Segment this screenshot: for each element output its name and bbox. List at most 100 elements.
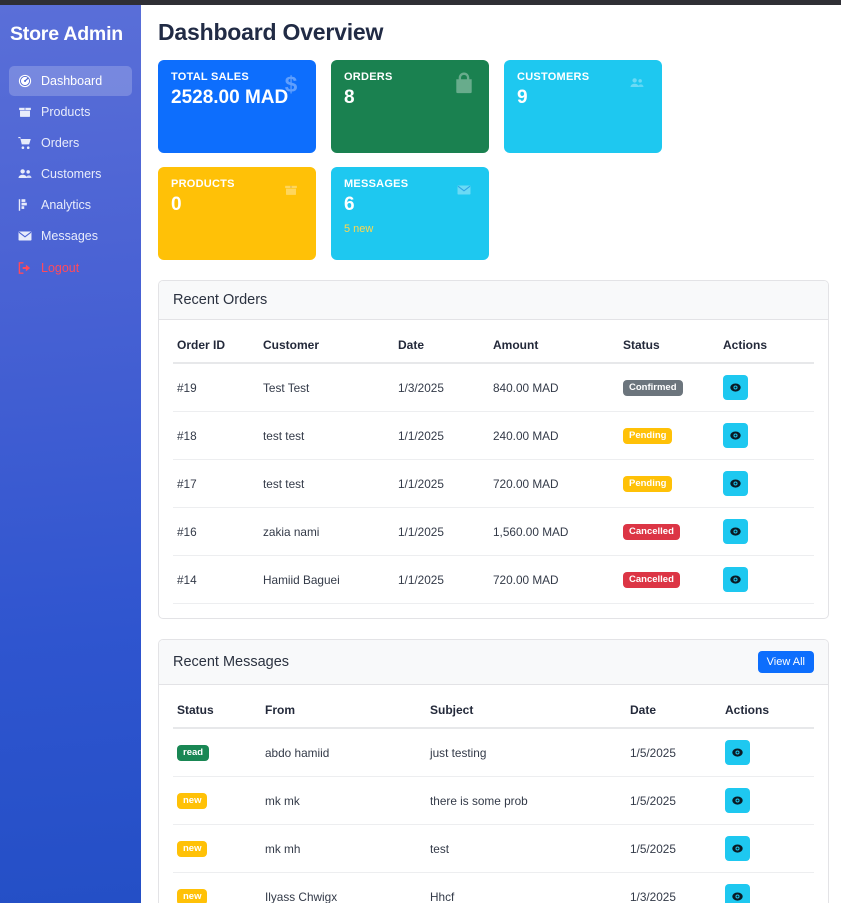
sidebar-item-label: Products (41, 105, 91, 119)
messages-table-head: Status From Subject Date Actions (173, 693, 814, 729)
column-header: Actions (719, 328, 814, 364)
view-order-button[interactable] (723, 375, 748, 400)
recent-orders-header: Recent Orders (159, 281, 828, 320)
sidebar-item-orders[interactable]: Orders (9, 128, 132, 158)
amount-cell: 840.00 MAD (489, 363, 619, 412)
bag-icon (451, 70, 477, 96)
view-message-button[interactable] (725, 740, 750, 765)
sidebar-item-analytics[interactable]: Analytics (9, 190, 132, 220)
recent-messages-title: Recent Messages (173, 654, 290, 670)
date-cell: 1/1/2025 (394, 555, 489, 604)
column-header: Status (173, 693, 261, 729)
amount-cell: 1,560.00 MAD (489, 507, 619, 556)
view-icon (731, 746, 744, 759)
recent-messages-header: Recent Messages View All (159, 640, 828, 685)
chart-icon (17, 198, 32, 213)
amount-cell: 240.00 MAD (489, 411, 619, 460)
table-row: read abdo hamiid just testing 1/5/2025 (173, 728, 814, 777)
view-message-button[interactable] (725, 836, 750, 861)
sidebar-item-dashboard[interactable]: Dashboard (9, 66, 132, 96)
actions-cell (719, 555, 814, 604)
status-badge: Pending (623, 475, 673, 493)
status-cell: new (173, 776, 261, 825)
date-cell: 1/1/2025 (394, 507, 489, 556)
actions-cell (719, 411, 814, 460)
column-header: Status (619, 328, 719, 364)
stat-subtext: 5 new (344, 222, 374, 235)
column-header: Actions (721, 693, 814, 729)
from-cell: mk mh (261, 824, 426, 873)
view-message-button[interactable] (725, 788, 750, 813)
amount-cell: 720.00 MAD (489, 459, 619, 508)
recent-orders-panel: Recent Orders Order ID Customer Date Amount… (158, 280, 829, 619)
date-cell: 1/5/2025 (626, 824, 721, 873)
status-badge: Confirmed (623, 379, 683, 397)
stat-cards: TOTAL SALES 2528.00 MAD $ ORDERS 8 CUSTOMERS 9… (158, 60, 829, 260)
stat-card-total-sales: TOTAL SALES 2528.00 MAD $ (158, 60, 316, 153)
subject-cell: test (426, 824, 626, 873)
status-cell: Cancelled (619, 507, 719, 556)
sidebar-item-label: Logout (41, 261, 80, 275)
date-cell: 1/5/2025 (626, 728, 721, 777)
actions-cell (721, 776, 814, 825)
table-row: new mk mh test 1/5/2025 (173, 824, 814, 873)
stat-card-messages: MESSAGES 6 5 new (331, 167, 489, 260)
stat-card-products: PRODUCTS 0 (158, 167, 316, 260)
date-cell: 1/3/2025 (394, 363, 489, 412)
table-row: #19 Test Test 1/3/2025 840.00 MAD Confirmed (173, 363, 814, 412)
subject-cell: Hhcf (426, 872, 626, 903)
sidebar-item-customers[interactable]: Customers (9, 159, 132, 189)
sidebar-item-label: Orders (41, 136, 80, 150)
sidebar-item-label: Dashboard (41, 74, 103, 88)
status-badge: new (177, 888, 208, 903)
sidebar-item-messages[interactable]: Messages (9, 221, 132, 251)
envelope-icon (451, 177, 477, 203)
column-header: Date (394, 328, 489, 364)
sidebar-item-products[interactable]: Products (9, 97, 132, 127)
stat-card-customers: CUSTOMERS 9 (504, 60, 662, 153)
messages-table: Status From Subject Date Actions read abdo ha… (173, 693, 814, 903)
stat-card-orders: ORDERS 8 (331, 60, 489, 153)
cart-icon (17, 136, 32, 151)
view-icon (729, 573, 742, 586)
view-message-button[interactable] (725, 884, 750, 903)
recent-messages-panel: Recent Messages View All Status From Subje… (158, 639, 829, 903)
sidebar: Store Admin Dashboard Products Orders Custo… (0, 5, 141, 903)
order-id-cell: #14 (173, 555, 259, 604)
date-cell: 1/1/2025 (394, 459, 489, 508)
messages-header-row: Status From Subject Date Actions (173, 693, 814, 729)
table-row: new mk mk there is some prob 1/5/2025 (173, 776, 814, 825)
view-icon (731, 794, 744, 807)
view-icon (729, 429, 742, 442)
view-order-button[interactable] (723, 519, 748, 544)
gauge-icon (17, 74, 32, 89)
status-cell: new (173, 872, 261, 903)
sidebar-item-logout[interactable]: Logout (9, 253, 132, 283)
order-id-cell: #19 (173, 363, 259, 412)
customer-cell: test test (259, 459, 394, 508)
logout-icon (17, 261, 32, 276)
orders-table: Order ID Customer Date Amount Status Actions … (173, 328, 814, 604)
view-order-button[interactable] (723, 567, 748, 592)
actions-cell (719, 363, 814, 412)
table-row: #16 zakia nami 1/1/2025 1,560.00 MAD Cancell… (173, 507, 814, 556)
order-id-cell: #16 (173, 507, 259, 556)
from-cell: abdo hamiid (261, 728, 426, 777)
recent-orders-body: Order ID Customer Date Amount Status Actions … (159, 320, 828, 618)
status-badge: new (177, 840, 208, 858)
subject-cell: just testing (426, 728, 626, 777)
view-order-button[interactable] (723, 471, 748, 496)
column-header: Date (626, 693, 721, 729)
column-header: Customer (259, 328, 394, 364)
view-all-button[interactable]: View All (757, 651, 814, 673)
from-cell: Ilyass Chwigx (261, 872, 426, 903)
date-cell: 1/5/2025 (626, 776, 721, 825)
users-icon (17, 167, 32, 182)
view-icon (731, 890, 744, 903)
status-cell: Pending (619, 411, 719, 460)
view-order-button[interactable] (723, 423, 748, 448)
view-icon (729, 381, 742, 394)
column-header: From (261, 693, 426, 729)
brand-title: Store Admin (10, 23, 124, 45)
customer-cell: zakia nami (259, 507, 394, 556)
